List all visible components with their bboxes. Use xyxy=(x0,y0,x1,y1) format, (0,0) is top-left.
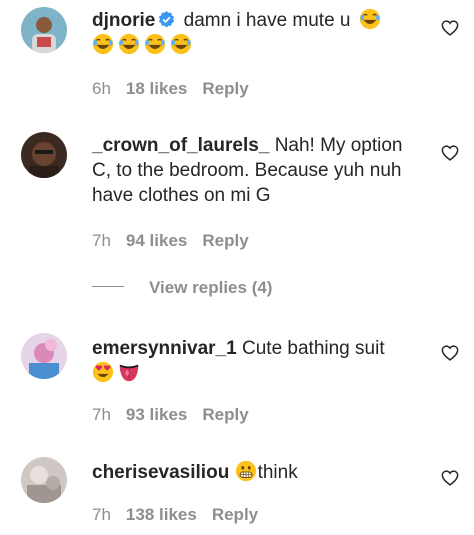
avatar[interactable] xyxy=(21,333,67,379)
reply-button[interactable]: Reply xyxy=(212,505,258,524)
username[interactable]: _crown_of_laurels_ xyxy=(92,135,269,156)
view-replies-label: View replies (4) xyxy=(149,278,273,297)
comment-time: 7h xyxy=(92,405,111,424)
comment-time: 6h xyxy=(92,79,111,98)
comment-meta: 6h 18 likes Reply xyxy=(92,79,264,99)
verified-badge-icon xyxy=(159,11,175,28)
comment-text: emersynnivar_1 Cute bathing suit xyxy=(92,336,424,386)
username[interactable]: emersynnivar_1 xyxy=(92,338,237,359)
tongue-emoji-icon xyxy=(118,361,140,383)
comment-time: 7h xyxy=(92,231,111,250)
heart-icon[interactable] xyxy=(441,345,459,361)
comment-meta: 7h 94 likes Reply xyxy=(92,231,264,251)
joy-emoji-icon xyxy=(359,8,381,30)
comment-text: djnorie damn i have mute u xyxy=(92,8,424,58)
comment-meta: 7h 138 likes Reply xyxy=(92,505,273,525)
reply-button[interactable]: Reply xyxy=(202,231,248,250)
heart-icon[interactable] xyxy=(441,470,459,486)
comment-text: _crown_of_laurels_ Nah! My option C, to … xyxy=(92,133,424,208)
heart-icon[interactable] xyxy=(441,20,459,36)
joy-emoji-icon xyxy=(170,33,192,55)
comment-body: damn i have mute u xyxy=(183,10,351,31)
reply-button[interactable]: Reply xyxy=(202,79,248,98)
joy-emoji-icon xyxy=(118,33,140,55)
comment-text: cherisevasiliou think xyxy=(92,460,424,485)
joy-emoji-icon xyxy=(92,33,114,55)
heart-icon[interactable] xyxy=(441,145,459,161)
view-replies-button[interactable]: View replies (4) xyxy=(92,278,272,298)
avatar[interactable] xyxy=(21,7,67,53)
divider-line xyxy=(92,286,124,287)
reply-button[interactable]: Reply xyxy=(202,405,248,424)
username[interactable]: djnorie xyxy=(92,10,155,31)
avatar[interactable] xyxy=(21,457,67,503)
likes-count[interactable]: 94 likes xyxy=(126,231,187,250)
comment-body: Cute bathing suit xyxy=(242,338,385,359)
joy-emoji-icon xyxy=(144,33,166,55)
avatar[interactable] xyxy=(21,132,67,178)
likes-count[interactable]: 138 likes xyxy=(126,505,197,524)
comment-time: 7h xyxy=(92,505,111,524)
grimace-emoji-icon xyxy=(235,460,257,482)
likes-count[interactable]: 93 likes xyxy=(126,405,187,424)
comment-meta: 7h 93 likes Reply xyxy=(92,405,264,425)
username[interactable]: cherisevasiliou xyxy=(92,462,229,483)
likes-count[interactable]: 18 likes xyxy=(126,79,187,98)
comment-body: think xyxy=(257,462,298,483)
heart-eyes-emoji-icon xyxy=(92,361,114,383)
